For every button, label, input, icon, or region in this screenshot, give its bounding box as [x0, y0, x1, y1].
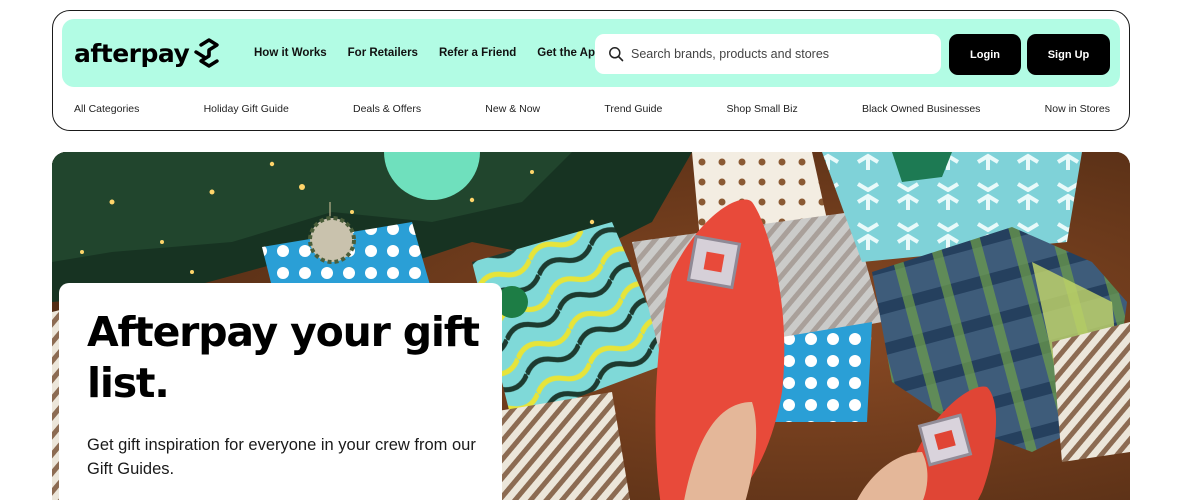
header-top-bar: afterpay How it Works For Retailers Refe… [62, 19, 1120, 87]
search-bar[interactable] [595, 34, 941, 74]
hero-subtitle: Get gift inspiration for everyone in you… [87, 436, 476, 478]
nav-link-for-retailers[interactable]: For Retailers [348, 47, 418, 59]
afterpay-arrows-icon [194, 38, 219, 68]
category-shop-small-biz[interactable]: Shop Small Biz [727, 103, 798, 115]
search-input[interactable] [631, 47, 921, 61]
category-new-now[interactable]: New & Now [485, 103, 540, 115]
nav-link-get-the-app[interactable]: Get the App [537, 47, 602, 59]
category-deals-offers[interactable]: Deals & Offers [353, 103, 421, 115]
nav-link-how-it-works[interactable]: How it Works [254, 47, 327, 59]
search-icon [609, 47, 624, 62]
category-all-categories[interactable]: All Categories [74, 103, 139, 115]
category-now-in-stores[interactable]: Now in Stores [1045, 103, 1110, 115]
site-header: afterpay How it Works For Retailers Refe… [52, 10, 1130, 131]
hero-title: Afterpay your gift list. [87, 308, 480, 407]
sign-up-button[interactable]: Sign Up [1027, 34, 1110, 75]
category-nav: All Categories Holiday Gift Guide Deals … [74, 101, 1110, 117]
nav-link-refer-a-friend[interactable]: Refer a Friend [439, 47, 516, 59]
category-black-owned-businesses[interactable]: Black Owned Businesses [862, 103, 980, 115]
hero-card: Afterpay your gift list. Get gift inspir… [59, 283, 502, 500]
category-trend-guide[interactable]: Trend Guide [604, 103, 662, 115]
afterpay-logo[interactable]: afterpay [74, 33, 226, 73]
category-holiday-gift-guide[interactable]: Holiday Gift Guide [204, 103, 289, 115]
login-button[interactable]: Login [949, 34, 1021, 75]
primary-nav: How it Works For Retailers Refer a Frien… [254, 19, 623, 87]
logo-wordmark: afterpay [74, 38, 190, 68]
